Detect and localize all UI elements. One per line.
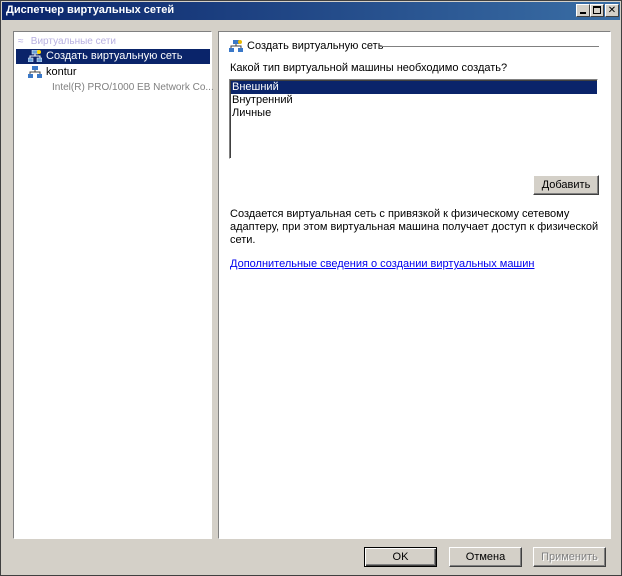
minimize-button[interactable] — [576, 4, 590, 17]
maximize-icon — [593, 6, 601, 14]
more-info-link[interactable]: Дополнительные сведения о создании вирту… — [230, 258, 534, 270]
network-type-description: Создается виртуальная сеть с привязкой к… — [230, 208, 599, 246]
network-type-list[interactable]: Внешний Внутренний Личные — [229, 79, 598, 159]
tree-header-virtual-networks[interactable]: ≈ Виртуальные сети — [18, 36, 116, 47]
maximize-button[interactable] — [590, 4, 604, 17]
network-new-icon — [229, 40, 243, 53]
close-button[interactable]: ✕ — [605, 4, 619, 17]
collapse-icon[interactable]: ≈ — [18, 36, 28, 47]
tree-item-create-network[interactable]: Создать виртуальную сеть — [16, 49, 210, 64]
apply-button[interactable]: Применить — [533, 547, 606, 567]
cancel-button[interactable]: Отмена — [449, 547, 522, 567]
close-icon: ✕ — [607, 5, 617, 16]
details-pane: Создать виртуальную сеть Какой тип вирту… — [218, 31, 611, 539]
window-title: Диспетчер виртуальных сетей — [6, 4, 175, 16]
title-bar[interactable]: Диспетчер виртуальных сетей ✕ — [2, 2, 620, 20]
section-divider — [379, 46, 599, 47]
tree-item-label: Создать виртуальную сеть — [46, 50, 183, 62]
add-button[interactable]: Добавить — [533, 175, 599, 195]
tree-header-label: Виртуальные сети — [30, 36, 117, 47]
list-item-internal[interactable]: Внутренний — [231, 94, 597, 107]
network-icon — [28, 66, 42, 79]
network-type-prompt: Какой тип виртуальной машины необходимо … — [230, 62, 508, 74]
virtual-network-manager-window: Диспетчер виртуальных сетей ✕ ≈ Виртуаль… — [0, 0, 622, 576]
tree-item-kontur[interactable]: kontur — [16, 65, 77, 80]
list-item-private[interactable]: Личные — [231, 107, 597, 120]
tree-item-label: kontur — [46, 66, 77, 78]
minimize-icon — [580, 12, 586, 14]
network-tree[interactable]: ≈ Виртуальные сети Создать виртуальную с… — [13, 31, 214, 539]
network-new-icon — [28, 50, 42, 63]
section-title-label: Создать виртуальную сеть — [247, 40, 384, 52]
section-title: Создать виртуальную сеть — [229, 40, 384, 53]
list-item-external[interactable]: Внешний — [231, 81, 597, 94]
ok-button[interactable]: OK — [364, 547, 437, 567]
tree-item-adapter: Intel(R) PRO/1000 EB Network Co... — [52, 82, 214, 93]
